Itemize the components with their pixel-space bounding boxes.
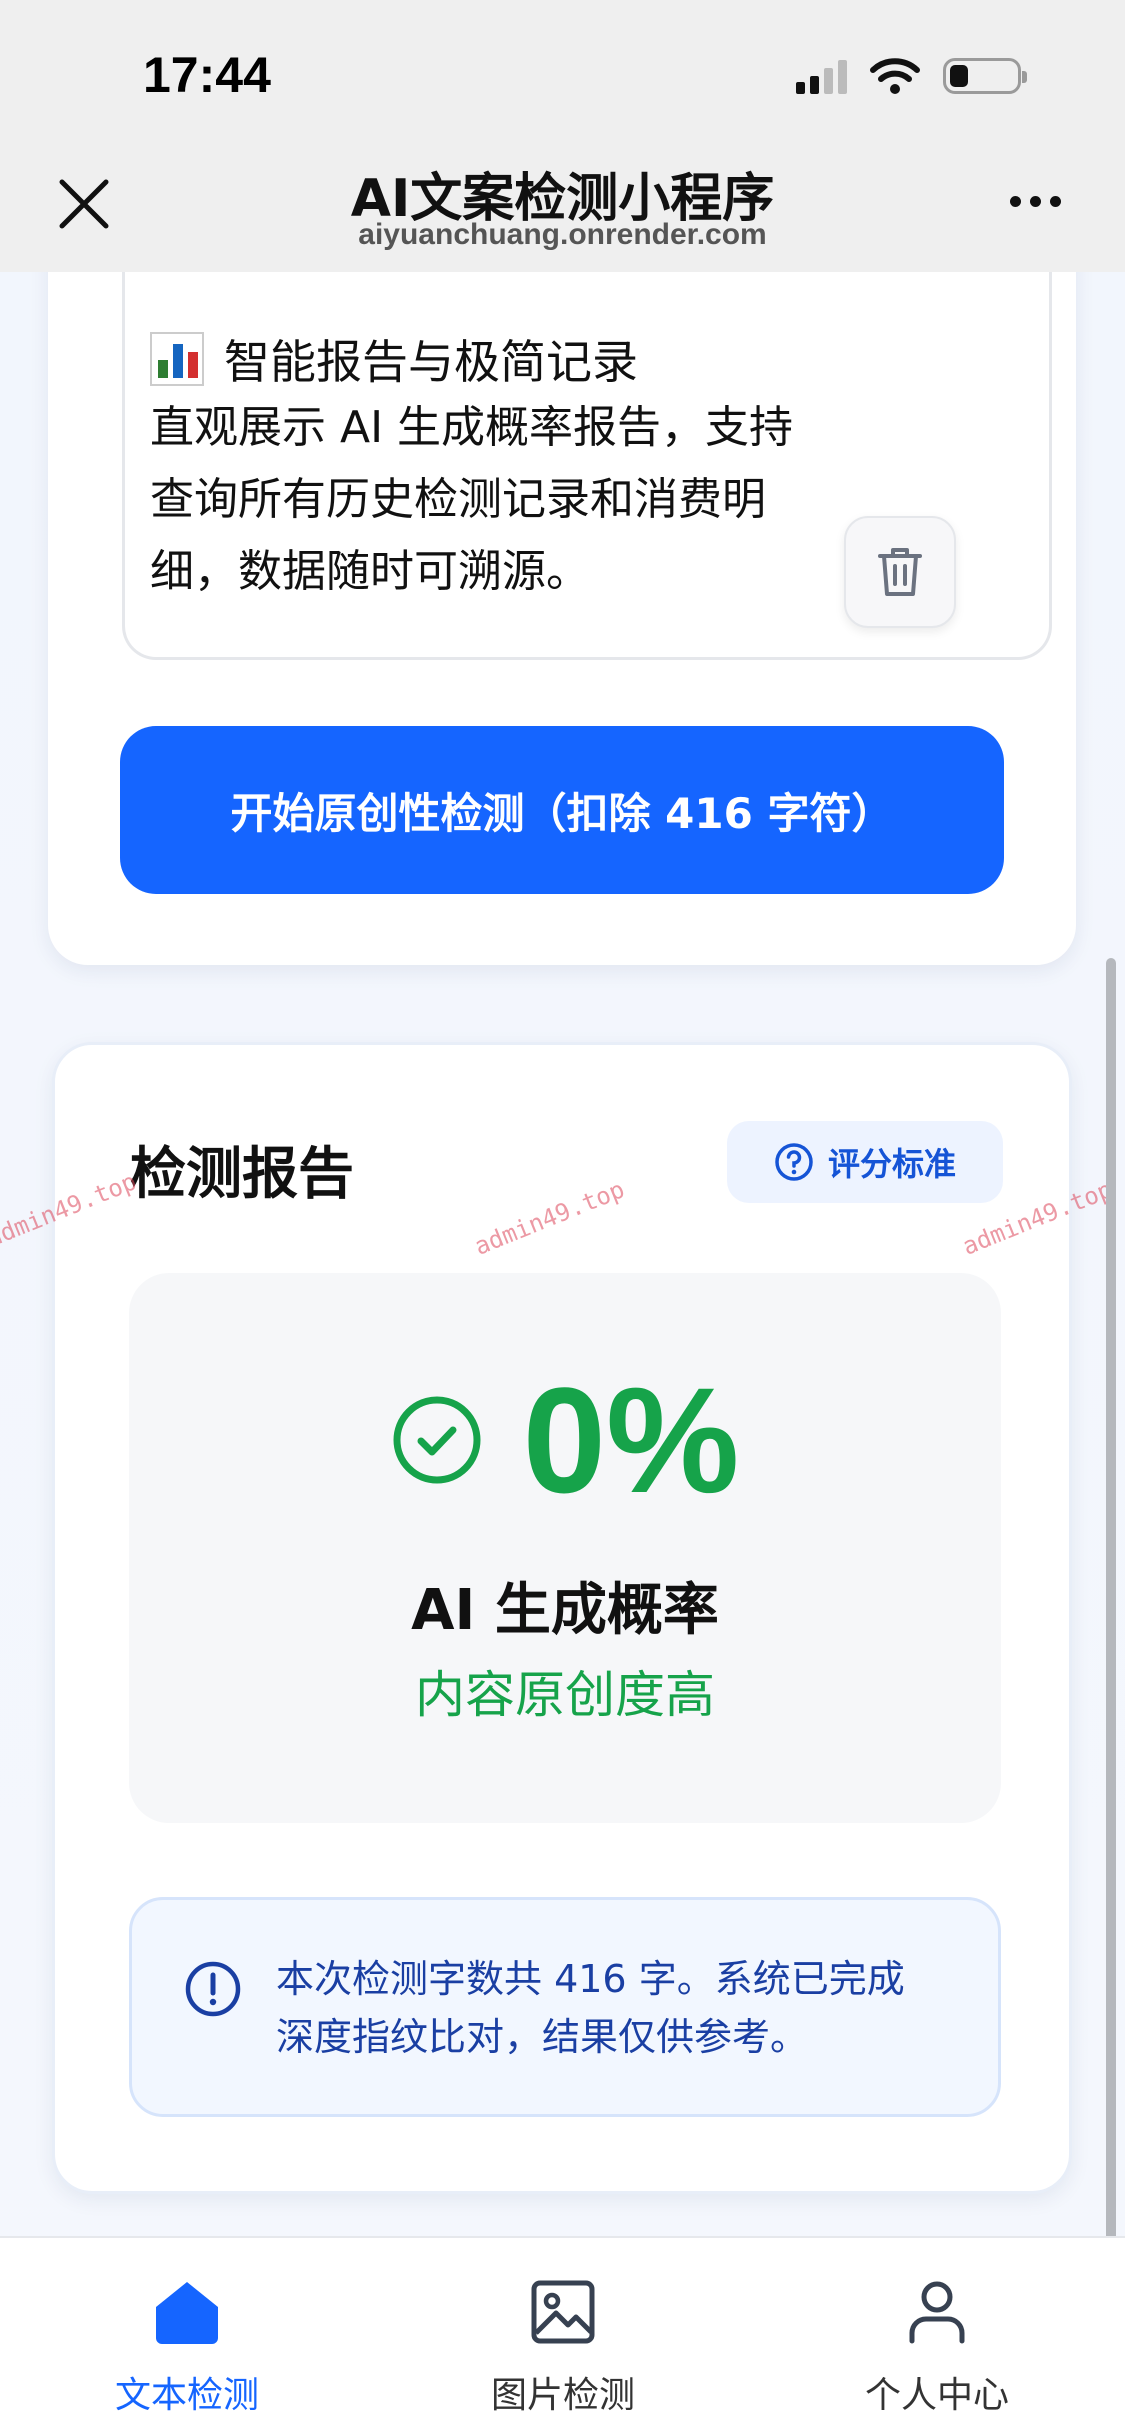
info-icon	[185, 1961, 241, 2017]
tab-label: 文本检测	[114, 2375, 259, 2416]
tab-label: 个人中心	[864, 2375, 1009, 2416]
score-panel: 0% AI 生成概率 内容原创度高	[129, 1273, 1001, 1823]
battery-icon	[943, 58, 1027, 94]
detection-input-card: 智能报告与极简记录 直观展示 AI 生成概率报告，支持查询所有历史检测记录和消费…	[48, 200, 1076, 965]
check-circle-icon	[393, 1396, 481, 1484]
scoring-criteria-button[interactable]: 评分标准	[727, 1121, 1003, 1203]
scoring-criteria-label: 评分标准	[827, 1145, 956, 1183]
scrollbar[interactable]	[1106, 958, 1116, 2280]
report-title: 检测报告	[130, 1142, 354, 1207]
start-detection-button[interactable]: 开始原创性检测（扣除 416 字符）	[120, 726, 1004, 894]
notice-box: 本次检测字数共 416 字。系统已完成深度指纹比对，结果仅供参考。	[129, 1897, 1001, 2117]
help-icon	[775, 1143, 813, 1181]
tab-label: 图片检测	[490, 2375, 635, 2416]
image-icon	[531, 2280, 595, 2344]
app-screen: 17:44 AI文案检测小程序 aiyuanchuang.onrender.co…	[0, 0, 1125, 2436]
feature-title-text: 智能报告与极简记录	[224, 335, 638, 389]
more-options-icon[interactable]	[1010, 196, 1061, 207]
clear-button[interactable]	[844, 516, 956, 628]
ai-probability-label: AI 生成概率	[411, 1578, 719, 1643]
top-bar: 17:44 AI文案检测小程序 aiyuanchuang.onrender.co…	[0, 0, 1125, 272]
trash-icon	[878, 548, 922, 596]
status-icons	[796, 56, 1027, 96]
feature-description: 直观展示 AI 生成概率报告，支持查询所有历史检测记录和消费明细，数据随时可溯源…	[150, 402, 794, 597]
notice-text: 本次检测字数共 416 字。系统已完成深度指纹比对，结果仅供参考。	[276, 1957, 905, 2059]
status-time: 17:44	[143, 47, 271, 103]
tab-profile[interactable]: 个人中心	[807, 2272, 1067, 2418]
originality-status: 内容原创度高	[415, 1666, 715, 1724]
user-icon	[909, 2281, 965, 2344]
bar-chart-icon	[150, 332, 204, 386]
cellular-signal-icon	[796, 58, 847, 94]
ai-probability-value: 0%	[522, 1356, 740, 1524]
home-icon	[156, 2282, 218, 2344]
score-row: 0%	[129, 1365, 1001, 1515]
wifi-icon	[870, 58, 920, 94]
bottom-tab-bar: 文本检测 图片检测 个人中心	[0, 2236, 1125, 2436]
tab-text-detection[interactable]: 文本检测	[57, 2272, 317, 2418]
feature-title: 智能报告与极简记录	[150, 326, 638, 392]
tab-image-detection[interactable]: 图片检测	[433, 2272, 693, 2418]
page-domain: aiyuanchuang.onrender.com	[358, 218, 767, 251]
